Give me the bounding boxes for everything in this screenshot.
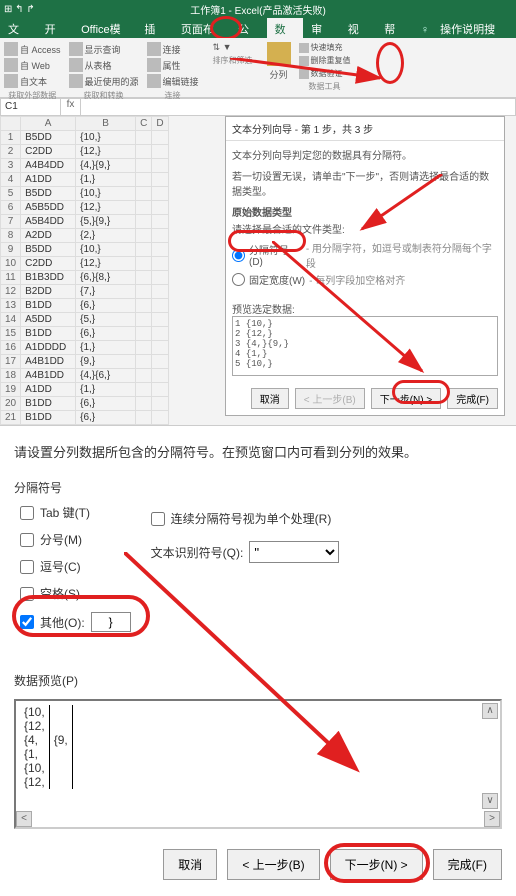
other-delimiter-input[interactable] (91, 612, 131, 632)
table-row[interactable]: 19A1DD{1,} (1, 383, 169, 397)
table-row[interactable]: 13B1DD{6,} (1, 299, 169, 313)
table-row[interactable]: 8A2DD{2,} (1, 229, 169, 243)
worksheet-grid[interactable]: ABCD 1B5DD{10,}2C2DD{12,}3A4B4DD{4,}{9,}… (0, 116, 169, 425)
wizard-cancel-button[interactable]: 取消 (251, 388, 289, 409)
titlebar: ⊞ ↰ ↱ 工作簿1 - Excel(产品激活失败) (0, 0, 516, 18)
checkbox-consecutive[interactable]: 连续分隔符号视为单个处理(R) (151, 510, 340, 527)
tab-formula[interactable]: 公式 (230, 18, 267, 38)
cancel-button[interactable]: 取消 (163, 849, 217, 880)
preview-panel: {10,{12,{4,{9,{1,{10,{12, ∧ ∨ < > (14, 699, 502, 829)
checkbox-comma[interactable]: 逗号(C) (20, 558, 131, 575)
tab-data[interactable]: 数据 (267, 18, 304, 38)
tab-review[interactable]: 审阅 (303, 18, 340, 38)
table-row[interactable]: 4A1DD{1,} (1, 173, 169, 187)
table-row[interactable]: 6A5B5DD{12,} (1, 201, 169, 215)
tab-tell-me[interactable]: ♀ 操作说明搜索 (413, 18, 516, 38)
list-item: {10, (20, 705, 72, 719)
text-wizard-dialog: 文本分列向导 - 第 1 步，共 3 步 文本分列向导判定您的数据具有分隔符。 … (225, 116, 505, 416)
finish-button[interactable]: 完成(F) (433, 849, 502, 880)
delimiter-label: 分隔符号 (14, 479, 502, 496)
table-row[interactable]: 1B5DD{10,} (1, 131, 169, 145)
instruction-text: 请设置分列数据所包含的分隔符号。在预览窗口内可看到分列的效果。 (14, 442, 502, 461)
scroll-down-icon[interactable]: ∨ (482, 793, 498, 809)
tab-help[interactable]: 帮助 (376, 18, 413, 38)
table-row[interactable]: 5B5DD{10,} (1, 187, 169, 201)
list-item: {12, (20, 775, 72, 789)
qualifier-select[interactable]: " (249, 541, 339, 563)
wizard-title: 文本分列向导 - 第 1 步，共 3 步 (226, 117, 504, 141)
list-item: {1, (20, 747, 72, 761)
tab-layout[interactable]: 页面布局 (173, 18, 230, 38)
wizard-finish-button[interactable]: 完成(F) (447, 388, 498, 409)
table-row[interactable]: 18A4B1DD{4,}{6,} (1, 369, 169, 383)
next-button[interactable]: 下一步(N) > (330, 849, 423, 880)
formula-content[interactable] (81, 99, 515, 115)
tab-view[interactable]: 视图 (340, 18, 377, 38)
ribbon-tabs: 文件 开始 Office模板 插入 页面布局 公式 数据 审阅 视图 帮助 ♀ … (0, 18, 516, 38)
table-row[interactable]: 15B1DD{6,} (1, 327, 169, 341)
name-box[interactable]: C1 (1, 99, 61, 115)
table-row[interactable]: 7A5B4DD{5,}{9,} (1, 215, 169, 229)
scroll-up-icon[interactable]: ∧ (482, 703, 498, 719)
tab-home[interactable]: 开始 (37, 18, 74, 38)
table-row[interactable]: 10C2DD{12,} (1, 257, 169, 271)
table-row[interactable]: 21B1DD{6,} (1, 411, 169, 425)
list-item: {10, (20, 761, 72, 775)
checkbox-semicolon[interactable]: 分号(M) (20, 531, 131, 548)
qualifier-label: 文本识别符号(Q): (151, 544, 244, 561)
list-item: {12, (20, 719, 72, 733)
table-row[interactable]: 3A4B4DD{4,}{9,} (1, 159, 169, 173)
fx-icon[interactable]: fx (61, 99, 81, 115)
radio-delimited[interactable]: 分隔符号(D)- 用分隔字符，如逗号或制表符分隔每个字段 (232, 240, 498, 270)
annotation-circle-fenlie (376, 42, 404, 84)
prev-button[interactable]: < 上一步(B) (227, 849, 319, 880)
list-item: {4,{9, (20, 733, 72, 747)
table-row[interactable]: 2C2DD{12,} (1, 145, 169, 159)
table-row[interactable]: 16A1DDDD{1,} (1, 341, 169, 355)
scroll-left-icon[interactable]: < (16, 811, 32, 827)
tab-office[interactable]: Office模板 (73, 18, 136, 38)
tab-insert[interactable]: 插入 (136, 18, 173, 38)
wizard-preview: 1 {10,}2 {12,}3 {4,}{9,}4 {1,}5 {10,} (232, 316, 498, 376)
checkbox-tab[interactable]: Tab 键(T) (20, 504, 131, 521)
text-to-columns-button[interactable]: 分列 (267, 42, 291, 93)
preview-label: 数据预览(P) (14, 672, 502, 689)
ribbon: 自 Access 自 Web 自文本 获取外部数据 显示查询 从表格 最近使用的… (0, 38, 516, 98)
radio-fixed-width[interactable]: 固定宽度(W)- 每列字段加空格对齐 (232, 272, 498, 287)
scroll-right-icon[interactable]: > (484, 811, 500, 827)
table-row[interactable]: 14A5DD{5,} (1, 313, 169, 327)
wizard-next-button[interactable]: 下一步(N) > (371, 388, 442, 409)
checkbox-other[interactable]: 其他(O): (20, 614, 85, 631)
table-row[interactable]: 20B1DD{6,} (1, 397, 169, 411)
table-row[interactable]: 11B1B3DD{6,}{8,} (1, 271, 169, 285)
checkbox-space[interactable]: 空格(S) (20, 585, 131, 602)
table-row[interactable]: 17A4B1DD{9,} (1, 355, 169, 369)
table-row[interactable]: 9B5DD{10,} (1, 243, 169, 257)
tab-file[interactable]: 文件 (0, 18, 37, 38)
table-row[interactable]: 12B2DD{7,} (1, 285, 169, 299)
wizard-prev-button[interactable]: < 上一步(B) (295, 388, 365, 409)
